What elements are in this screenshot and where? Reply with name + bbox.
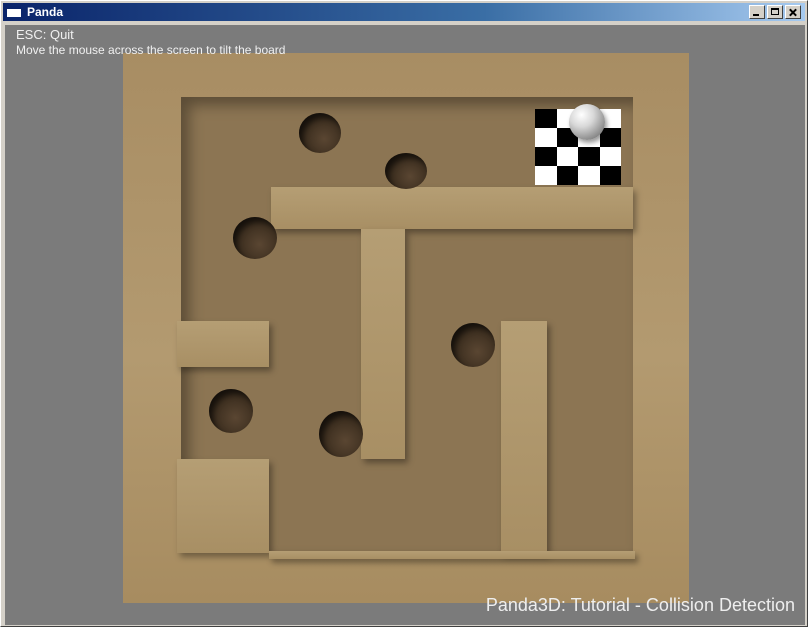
- title-bar[interactable]: Panda: [3, 3, 805, 21]
- close-button[interactable]: [785, 5, 801, 19]
- instructions-text: Move the mouse across the screen to tilt…: [16, 43, 286, 57]
- window-icon: [7, 6, 21, 17]
- window-title: Panda: [27, 5, 64, 19]
- maze-wall: [177, 459, 269, 553]
- app-window: Panda ESC: Quit Move the mouse across th…: [0, 0, 808, 627]
- hole: [319, 411, 363, 457]
- maze-wall: [269, 551, 635, 559]
- minimize-button[interactable]: [749, 5, 765, 19]
- maze-wall: [177, 321, 269, 367]
- hole: [385, 153, 427, 189]
- game-viewport[interactable]: ESC: Quit Move the mouse across the scre…: [5, 25, 805, 625]
- maximize-button[interactable]: [767, 5, 783, 19]
- quit-hint: ESC: Quit: [16, 27, 74, 42]
- hole: [209, 389, 253, 433]
- hole: [233, 217, 277, 259]
- tutorial-title: Panda3D: Tutorial - Collision Detection: [485, 595, 795, 615]
- hole: [451, 323, 495, 367]
- maze-wall: [361, 229, 405, 459]
- maze-wall: [271, 187, 633, 229]
- hole: [299, 113, 341, 153]
- steel-ball: [569, 104, 605, 140]
- maze-wall: [501, 321, 547, 553]
- window-controls: [749, 5, 801, 19]
